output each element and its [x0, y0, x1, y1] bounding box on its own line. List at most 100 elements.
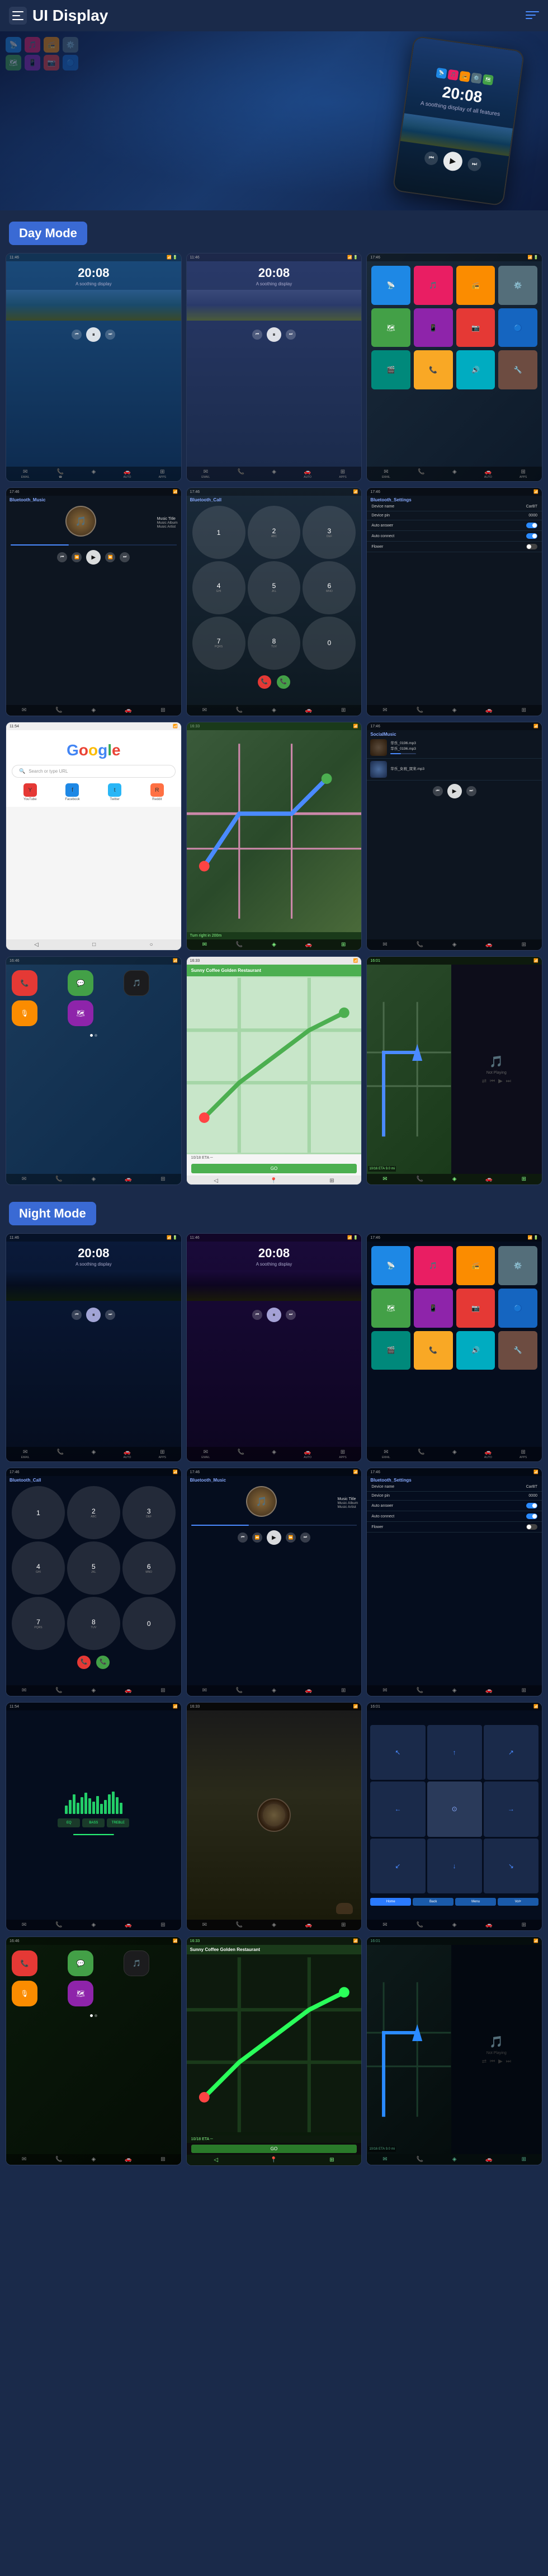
- night-go-button[interactable]: GO: [191, 2145, 357, 2153]
- prev-btn[interactable]: ⏮: [252, 1310, 262, 1320]
- dial-6[interactable]: 6MNO: [122, 1541, 176, 1595]
- maps-app[interactable]: 🗺: [68, 1000, 93, 1026]
- app-icon[interactable]: 📻: [456, 266, 495, 305]
- down-right-btn[interactable]: ↘: [484, 1839, 538, 1893]
- quick-link[interactable]: R Reddit: [138, 783, 177, 801]
- flower-toggle[interactable]: [526, 544, 537, 549]
- app-icon[interactable]: 🔧: [498, 1331, 537, 1370]
- app-icon[interactable]: 📷: [456, 308, 495, 347]
- nav-icon[interactable]: [526, 11, 539, 20]
- dial-5[interactable]: 5JKL: [67, 1541, 120, 1595]
- app-icon[interactable]: 🎵: [414, 266, 453, 305]
- app-icon[interactable]: 🗺: [371, 1289, 410, 1328]
- app-icon[interactable]: 📡: [371, 266, 410, 305]
- quick-link[interactable]: f Facebook: [53, 783, 92, 801]
- app-icon[interactable]: 📷: [456, 1289, 495, 1328]
- next-btn[interactable]: ⏭: [466, 786, 476, 796]
- app-icon[interactable]: 📡: [371, 1246, 410, 1285]
- app-icon[interactable]: 📱: [414, 1289, 453, 1328]
- app-icon[interactable]: 📞: [414, 350, 453, 389]
- fwd-btn[interactable]: ⏩: [286, 1533, 296, 1543]
- app-icon[interactable]: 📞: [414, 1331, 453, 1370]
- play-btn[interactable]: ⏸: [86, 1308, 101, 1322]
- dial-2[interactable]: 2ABC: [67, 1486, 120, 1539]
- dial-7[interactable]: 7PQRS: [12, 1597, 65, 1650]
- prev-small[interactable]: ⏪: [72, 552, 82, 562]
- podcasts-app[interactable]: 🎙: [12, 1000, 37, 1026]
- next-btn[interactable]: ⏭: [120, 552, 130, 562]
- dial-2[interactable]: 2ABC: [248, 506, 301, 559]
- center-btn[interactable]: ⊙: [427, 1781, 482, 1836]
- flower-toggle[interactable]: [526, 1524, 537, 1530]
- action-btn[interactable]: Vol+: [498, 1898, 538, 1906]
- app-icon[interactable]: ⚙️: [498, 266, 537, 305]
- prev-btn[interactable]: ⏮: [72, 1310, 82, 1320]
- prev-btn[interactable]: ⏮: [57, 552, 67, 562]
- next-btn[interactable]: ⏭: [105, 1310, 115, 1320]
- app-icon[interactable]: 🎵: [414, 1246, 453, 1285]
- end-call-btn[interactable]: 📞: [258, 675, 271, 689]
- phone-app[interactable]: 📞: [12, 970, 37, 996]
- app-icon[interactable]: 🔧: [498, 350, 537, 389]
- app-icon[interactable]: 🎬: [371, 350, 410, 389]
- end-call-btn[interactable]: 📞: [77, 1656, 91, 1669]
- rew-btn[interactable]: ⏪: [252, 1533, 262, 1543]
- dial-4[interactable]: 4GHI: [12, 1541, 65, 1595]
- app-icon[interactable]: 🔵: [498, 1289, 537, 1328]
- google-search[interactable]: 🔍 Search or type URL: [12, 765, 176, 778]
- dial-5[interactable]: 5JKL: [248, 561, 301, 614]
- next-btn[interactable]: ⏭: [300, 1533, 310, 1543]
- down-left-btn[interactable]: ↙: [370, 1839, 425, 1893]
- next-btn[interactable]: ⏭: [286, 330, 296, 340]
- call-btn[interactable]: 📞: [277, 675, 290, 689]
- prev-btn[interactable]: ⏮: [72, 330, 82, 340]
- messages-app[interactable]: 💬: [68, 970, 93, 996]
- dial-3[interactable]: 3DEF: [303, 506, 356, 559]
- right-btn[interactable]: →: [484, 1781, 538, 1836]
- auto-answer-toggle[interactable]: [526, 1503, 537, 1508]
- app-icon[interactable]: 📱: [414, 308, 453, 347]
- down-btn[interactable]: ↓: [427, 1839, 482, 1893]
- action-btn[interactable]: Menu: [455, 1898, 496, 1906]
- app-icon[interactable]: 🔊: [456, 350, 495, 389]
- dial-4[interactable]: 4GHI: [192, 561, 245, 614]
- next-btn[interactable]: ⏭: [286, 1310, 296, 1320]
- prev-btn[interactable]: ⏮: [252, 330, 262, 340]
- app-icon[interactable]: 🔊: [456, 1331, 495, 1370]
- messages-app[interactable]: 💬: [68, 1950, 93, 1976]
- app-icon[interactable]: 🎬: [371, 1331, 410, 1370]
- up-left-btn[interactable]: ↖: [370, 1725, 425, 1780]
- prev-btn[interactable]: ⏮: [238, 1533, 248, 1543]
- auto-answer-toggle[interactable]: [526, 523, 537, 528]
- left-btn[interactable]: ←: [370, 1781, 425, 1836]
- quick-link[interactable]: t Twitter: [95, 783, 134, 801]
- up-btn[interactable]: ↑: [427, 1725, 482, 1780]
- dial-8[interactable]: 8TUV: [248, 617, 301, 670]
- dial-1[interactable]: 1: [192, 506, 245, 559]
- music-app[interactable]: 🎵: [124, 970, 149, 996]
- app-icon[interactable]: 📻: [456, 1246, 495, 1285]
- dial-0[interactable]: 0: [303, 617, 356, 670]
- music-app[interactable]: 🎵: [124, 1950, 149, 1976]
- auto-connect-toggle[interactable]: [526, 533, 537, 539]
- prev-btn[interactable]: ⏮: [433, 786, 443, 796]
- play-btn[interactable]: ▶: [447, 784, 462, 798]
- menu-icon[interactable]: [9, 7, 27, 25]
- auto-connect-toggle[interactable]: [526, 1513, 537, 1519]
- quick-link[interactable]: Y YouTube: [11, 783, 50, 801]
- play-btn[interactable]: ⏸: [267, 327, 281, 342]
- dial-0[interactable]: 0: [122, 1597, 176, 1650]
- call-btn[interactable]: 📞: [96, 1656, 110, 1669]
- maps-app[interactable]: 🗺: [68, 1981, 93, 2006]
- dial-7[interactable]: 7PQRS: [192, 617, 245, 670]
- next-btn[interactable]: ⏭: [105, 330, 115, 340]
- play-btn[interactable]: ▶: [86, 550, 101, 565]
- dial-8[interactable]: 8TUV: [67, 1597, 120, 1650]
- app-icon[interactable]: 🔵: [498, 308, 537, 347]
- podcasts-app[interactable]: 🎙: [12, 1981, 37, 2006]
- phone-app[interactable]: 📞: [12, 1950, 37, 1976]
- play-btn[interactable]: ▶: [267, 1530, 281, 1545]
- app-icon[interactable]: 🗺: [371, 308, 410, 347]
- app-icon[interactable]: ⚙️: [498, 1246, 537, 1285]
- dial-3[interactable]: 3DEF: [122, 1486, 176, 1539]
